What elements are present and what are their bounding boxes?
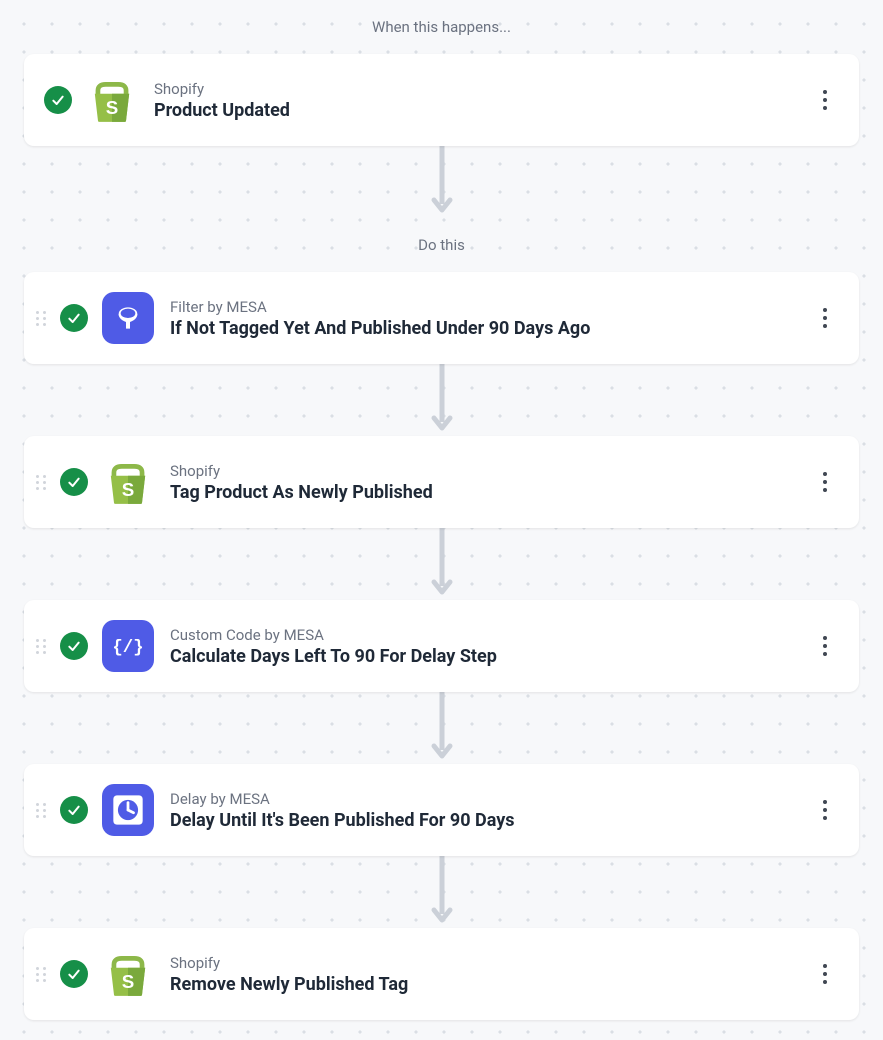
workflow-step-custom-code[interactable]: {/} Custom Code by MESA Calculate Days L… (24, 600, 859, 692)
action-section-label: Do this (24, 218, 859, 272)
flow-connector (24, 146, 859, 218)
drag-handle-icon[interactable] (36, 309, 50, 327)
flow-connector (24, 528, 859, 600)
shopify-icon: S (102, 456, 154, 508)
step-subtitle: Filter by MESA (170, 298, 811, 316)
drag-handle-icon[interactable] (36, 473, 50, 491)
step-title: Delay Until It's Been Published For 90 D… (170, 810, 811, 831)
flow-connector (24, 856, 859, 928)
more-menu-button[interactable] (811, 800, 839, 820)
svg-text:S: S (122, 971, 135, 992)
workflow-step-filter[interactable]: Filter by MESA If Not Tagged Yet And Pub… (24, 272, 859, 364)
step-subtitle: Shopify (170, 954, 811, 972)
more-menu-button[interactable] (811, 964, 839, 984)
step-text: Custom Code by MESA Calculate Days Left … (170, 626, 811, 667)
trigger-section-label: When this happens... (24, 0, 859, 54)
workflow-step-shopify-remove-tag[interactable]: S Shopify Remove Newly Published Tag (24, 928, 859, 1020)
svg-text:S: S (106, 97, 119, 118)
drag-handle-icon[interactable] (36, 801, 50, 819)
step-title: Calculate Days Left To 90 For Delay Step (170, 646, 811, 667)
shopify-icon: S (102, 948, 154, 1000)
checkmark-icon (60, 468, 88, 496)
step-title: Product Updated (154, 100, 811, 121)
code-icon: {/} (102, 620, 154, 672)
drag-handle-icon[interactable] (36, 965, 50, 983)
step-title: Tag Product As Newly Published (170, 482, 811, 503)
step-subtitle: Shopify (170, 462, 811, 480)
shopify-icon: S (86, 74, 138, 126)
more-menu-button[interactable] (811, 308, 839, 328)
svg-text:{/}: {/} (112, 639, 143, 658)
checkmark-icon (60, 632, 88, 660)
checkmark-icon (60, 796, 88, 824)
step-text: Filter by MESA If Not Tagged Yet And Pub… (170, 298, 811, 339)
more-menu-button[interactable] (811, 90, 839, 110)
workflow-step-trigger[interactable]: S Shopify Product Updated (24, 54, 859, 146)
svg-text:S: S (122, 479, 135, 500)
workflow-step-delay[interactable]: Delay by MESA Delay Until It's Been Publ… (24, 764, 859, 856)
checkmark-icon (44, 86, 72, 114)
step-subtitle: Delay by MESA (170, 790, 811, 808)
step-title: If Not Tagged Yet And Published Under 90… (170, 318, 811, 339)
more-menu-button[interactable] (811, 472, 839, 492)
checkmark-icon (60, 304, 88, 332)
step-text: Delay by MESA Delay Until It's Been Publ… (170, 790, 811, 831)
step-subtitle: Custom Code by MESA (170, 626, 811, 644)
step-text: Shopify Product Updated (154, 80, 811, 121)
step-text: Shopify Tag Product As Newly Published (170, 462, 811, 503)
step-title: Remove Newly Published Tag (170, 974, 811, 995)
flow-connector (24, 364, 859, 436)
step-subtitle: Shopify (154, 80, 811, 98)
step-text: Shopify Remove Newly Published Tag (170, 954, 811, 995)
checkmark-icon (60, 960, 88, 988)
workflow-step-shopify-tag[interactable]: S Shopify Tag Product As Newly Published (24, 436, 859, 528)
filter-icon (102, 292, 154, 344)
more-menu-button[interactable] (811, 636, 839, 656)
drag-handle-icon[interactable] (36, 637, 50, 655)
clock-icon (102, 784, 154, 836)
flow-connector (24, 692, 859, 764)
